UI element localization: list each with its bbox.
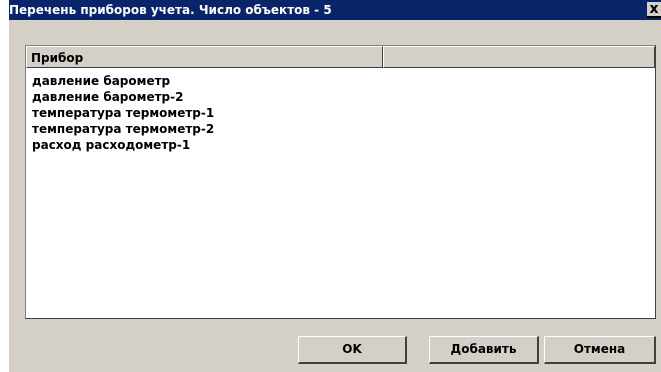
column-header-instrument[interactable]: Прибор (26, 46, 383, 68)
column-header-empty[interactable] (383, 46, 655, 68)
instrument-list[interactable]: Прибор давление барометр давление бароме… (25, 45, 656, 319)
window-title: Перечень приборов учета. Число объектов … (9, 3, 332, 17)
list-header: Прибор (26, 46, 655, 68)
instrument-list-dialog: Перечень приборов учета. Число объектов … (9, 0, 661, 372)
close-button[interactable]: x (647, 2, 661, 18)
list-item[interactable]: давление барометр-2 (32, 89, 214, 105)
column-header-label: Прибор (31, 51, 84, 65)
title-bar: Перечень приборов учета. Число объектов … (9, 0, 661, 20)
list-rows: давление барометр давление барометр-2 те… (32, 73, 214, 153)
list-item[interactable]: расход расходометр-1 (32, 137, 214, 153)
cancel-button[interactable]: Отмена (544, 336, 656, 364)
list-item[interactable]: давление барометр (32, 73, 214, 89)
list-item[interactable]: температура термометр-2 (32, 121, 214, 137)
list-item[interactable]: температура термометр-1 (32, 105, 214, 121)
add-button[interactable]: Добавить (429, 336, 539, 364)
ok-button[interactable]: OK (298, 336, 407, 364)
